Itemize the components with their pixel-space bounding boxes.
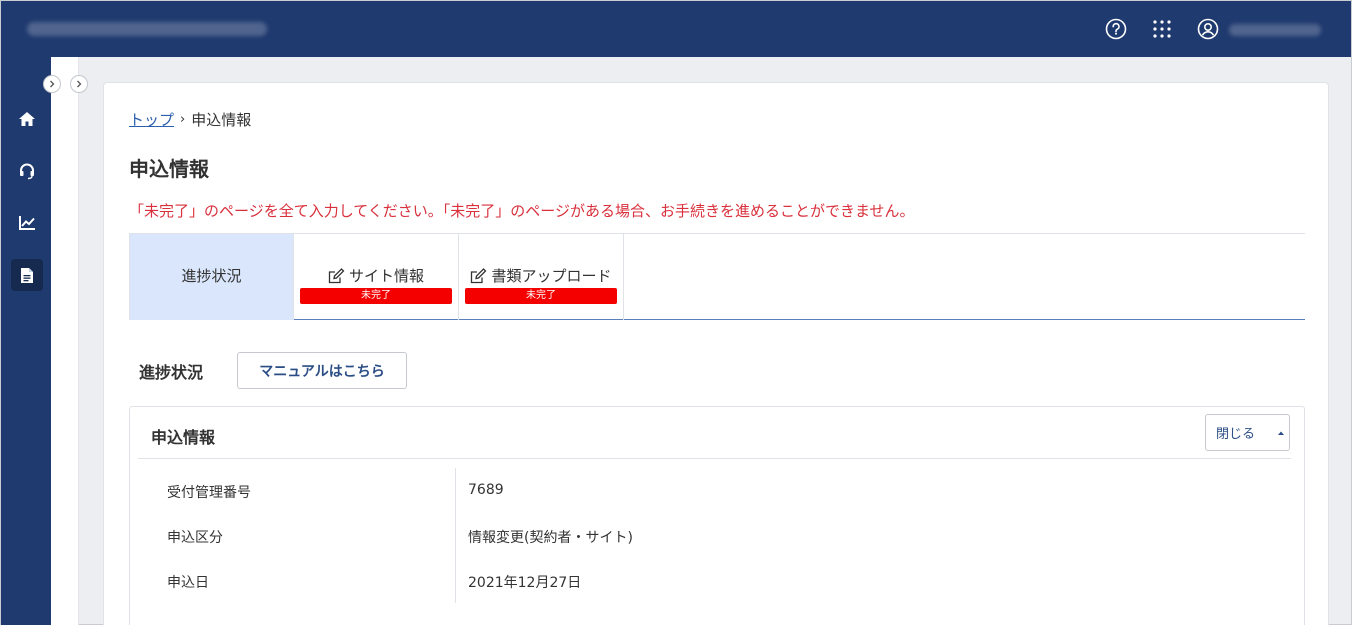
incomplete-badge: 未完了 <box>300 288 452 304</box>
tab-progress-label: 進捗状況 <box>181 267 242 285</box>
field-value-application-type: 情報変更(契約者・サイト) <box>468 530 633 546</box>
sidebar-item-documents[interactable] <box>11 259 43 291</box>
tab-progress[interactable]: 進捗状況 <box>129 234 294 320</box>
page-title: 申込情報 <box>129 157 209 181</box>
breadcrumb-home-link[interactable]: トップ <box>129 109 174 130</box>
incomplete-badge: 未完了 <box>465 288 617 304</box>
application-info-panel: 申込情報 閉じる 受付管理番号 7689 申込区分 情報変更(契約者・サイト) … <box>129 406 1305 625</box>
user-name-blurred[interactable] <box>1229 24 1321 36</box>
panel-title: 申込情報 <box>151 428 216 447</box>
edit-icon <box>471 267 487 283</box>
field-value-reception-number: 7689 <box>468 482 504 498</box>
edit-icon <box>328 267 345 283</box>
subnav-expand-button[interactable] <box>70 75 88 93</box>
field-value-application-date: 2021年12月27日 <box>468 575 582 591</box>
field-label-reception-number: 受付管理番号 <box>167 485 251 501</box>
subnav-strip <box>51 57 79 625</box>
collapse-button[interactable]: 閉じる <box>1205 414 1290 451</box>
sidebar <box>1 57 51 625</box>
sidebar-expand-button[interactable] <box>43 75 61 93</box>
incomplete-warning: 「未完了」のページを全て入力してください。「未完了」のページがある場合、お手続き… <box>129 202 915 220</box>
breadcrumb-separator: › <box>180 112 186 127</box>
chart-icon <box>19 216 35 230</box>
sidebar-item-support[interactable] <box>11 155 43 187</box>
chevron-right-icon <box>50 80 55 88</box>
column-divider <box>455 468 456 603</box>
main-card: トップ › 申込情報 申込情報 「未完了」のページを全て入力してください。「未完… <box>103 82 1329 625</box>
sidebar-item-home[interactable] <box>11 103 43 135</box>
tab-site-info[interactable]: サイト情報 未完了 <box>294 234 459 320</box>
tab-site-info-label: サイト情報 <box>348 267 424 285</box>
headset-icon <box>20 163 34 180</box>
chevron-right-icon <box>77 80 82 88</box>
user-icon[interactable] <box>1196 17 1220 41</box>
tab-document-upload-label: 書類アップロード <box>491 267 612 285</box>
apps-grid-icon[interactable] <box>1150 17 1174 41</box>
tab-document-upload[interactable]: 書類アップロード 未完了 <box>459 234 624 320</box>
app-title-blurred <box>27 22 267 36</box>
collapse-button-label: 閉じる <box>1216 427 1256 442</box>
progress-heading: 進捗状況 <box>139 363 204 382</box>
help-icon[interactable] <box>1104 17 1128 41</box>
field-label-application-type: 申込区分 <box>167 530 223 546</box>
top-bar <box>1 1 1351 57</box>
breadcrumb: トップ › 申込情報 <box>129 109 251 130</box>
home-icon <box>19 112 35 126</box>
panel-divider <box>138 458 1291 459</box>
sidebar-item-analytics[interactable] <box>11 207 43 239</box>
breadcrumb-current: 申込情報 <box>191 111 252 129</box>
step-tabs: 進捗状況 サイト情報 未完了 書類アップロード 未完了 <box>129 233 1305 320</box>
caret-up-icon <box>1278 431 1285 435</box>
manual-button[interactable]: マニュアルはこちら <box>237 352 407 389</box>
field-label-application-date: 申込日 <box>167 575 209 591</box>
document-icon <box>21 267 33 283</box>
